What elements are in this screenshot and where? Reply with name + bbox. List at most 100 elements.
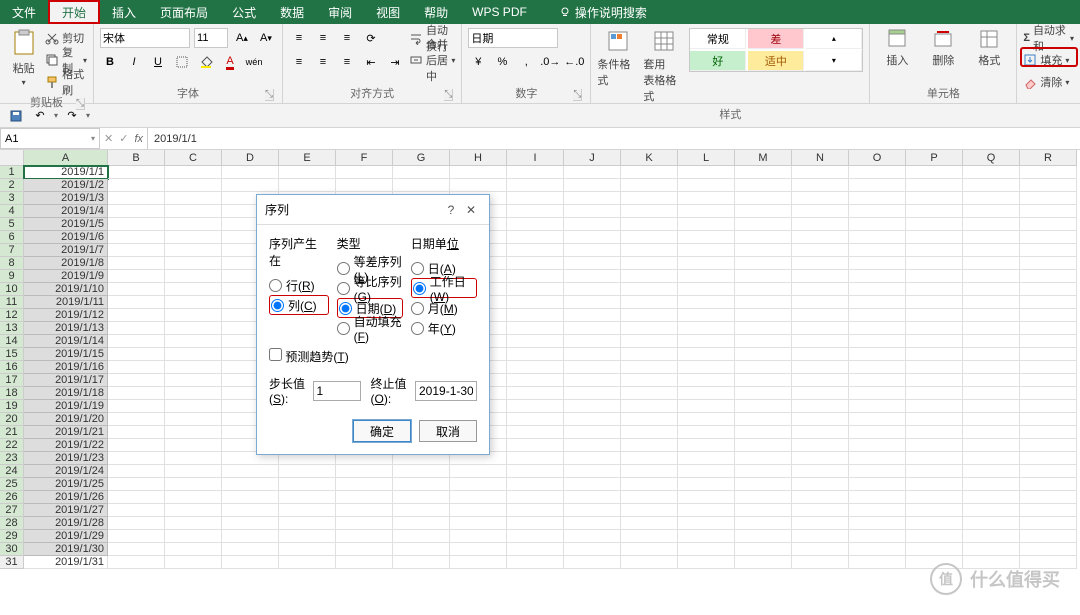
cell[interactable] <box>906 309 963 322</box>
cell[interactable] <box>222 465 279 478</box>
font-color-button[interactable]: A <box>220 52 240 72</box>
enter-formula-icon[interactable]: ✓ <box>119 132 128 145</box>
cell[interactable] <box>849 166 906 179</box>
cell[interactable] <box>336 517 393 530</box>
cell[interactable] <box>279 543 336 556</box>
cell[interactable] <box>165 400 222 413</box>
dialog-help-icon[interactable]: ? <box>441 203 461 217</box>
cell[interactable] <box>507 218 564 231</box>
cell[interactable] <box>621 400 678 413</box>
cell[interactable] <box>279 465 336 478</box>
cell[interactable] <box>450 530 507 543</box>
cell[interactable] <box>906 218 963 231</box>
cell[interactable] <box>621 504 678 517</box>
cell[interactable] <box>621 205 678 218</box>
col-header[interactable]: A <box>24 150 108 166</box>
cell[interactable] <box>165 439 222 452</box>
cell[interactable] <box>165 192 222 205</box>
cell[interactable] <box>849 452 906 465</box>
col-header[interactable]: G <box>393 150 450 166</box>
cell[interactable] <box>963 491 1020 504</box>
cell[interactable] <box>564 257 621 270</box>
cell[interactable] <box>735 244 792 257</box>
cell[interactable] <box>963 283 1020 296</box>
cell[interactable] <box>564 387 621 400</box>
cell[interactable] <box>963 309 1020 322</box>
row-header[interactable]: 11 <box>0 296 24 309</box>
cell[interactable] <box>621 257 678 270</box>
cell[interactable] <box>564 270 621 283</box>
cell[interactable]: 2019/1/20 <box>24 413 108 426</box>
cell[interactable] <box>564 179 621 192</box>
indent-inc-icon[interactable]: ⇥ <box>385 52 405 72</box>
stop-input[interactable] <box>415 381 477 401</box>
style-neutral[interactable]: 适中 <box>748 51 804 71</box>
step-input[interactable] <box>313 381 361 401</box>
row-header[interactable]: 13 <box>0 322 24 335</box>
row-header[interactable]: 9 <box>0 270 24 283</box>
cell[interactable]: 2019/1/1 <box>24 166 108 179</box>
cell[interactable] <box>678 517 735 530</box>
cell[interactable] <box>222 166 279 179</box>
row-header[interactable]: 15 <box>0 348 24 361</box>
format-cells-button[interactable]: 格式 <box>968 28 1010 68</box>
orientation-icon[interactable]: ⟳ <box>361 28 381 48</box>
cell[interactable] <box>1020 322 1077 335</box>
cell[interactable] <box>849 205 906 218</box>
tab-file[interactable]: 文件 <box>0 0 48 24</box>
row-header[interactable]: 24 <box>0 465 24 478</box>
cell[interactable] <box>906 491 963 504</box>
row-header[interactable]: 3 <box>0 192 24 205</box>
number-format-select[interactable] <box>468 28 558 48</box>
cell[interactable] <box>906 465 963 478</box>
cell[interactable] <box>1020 309 1077 322</box>
cell[interactable] <box>792 426 849 439</box>
radio-columns[interactable]: 列(C) <box>269 295 329 315</box>
cell[interactable] <box>507 231 564 244</box>
cell[interactable] <box>564 478 621 491</box>
cell[interactable] <box>906 361 963 374</box>
row-header[interactable]: 7 <box>0 244 24 257</box>
cell[interactable] <box>963 244 1020 257</box>
cell[interactable] <box>564 465 621 478</box>
cell[interactable] <box>108 361 165 374</box>
cell[interactable] <box>507 374 564 387</box>
col-header[interactable]: N <box>792 150 849 166</box>
radio-autofill[interactable]: 自动填充(F) <box>337 318 403 338</box>
style-scroll-down[interactable]: ▾ <box>806 51 862 71</box>
cell[interactable] <box>564 322 621 335</box>
cell[interactable] <box>621 192 678 205</box>
cell[interactable] <box>849 361 906 374</box>
cell[interactable] <box>1020 257 1077 270</box>
cell[interactable] <box>507 309 564 322</box>
cell[interactable] <box>165 491 222 504</box>
cell[interactable]: 2019/1/22 <box>24 439 108 452</box>
cell[interactable] <box>792 413 849 426</box>
cell[interactable] <box>621 491 678 504</box>
cell[interactable] <box>792 335 849 348</box>
fx-icon[interactable]: fx <box>134 133 143 145</box>
cell[interactable]: 2019/1/17 <box>24 374 108 387</box>
cell[interactable] <box>792 244 849 257</box>
cell[interactable] <box>735 231 792 244</box>
cell[interactable] <box>108 400 165 413</box>
cell[interactable] <box>507 426 564 439</box>
cell[interactable] <box>108 348 165 361</box>
cell[interactable] <box>906 478 963 491</box>
cell[interactable] <box>792 309 849 322</box>
cell[interactable] <box>792 374 849 387</box>
cell[interactable] <box>279 517 336 530</box>
cell[interactable] <box>906 244 963 257</box>
cell[interactable] <box>507 257 564 270</box>
tab-formula[interactable]: 公式 <box>220 0 268 24</box>
cell[interactable] <box>792 387 849 400</box>
cell[interactable] <box>393 465 450 478</box>
cell[interactable] <box>507 543 564 556</box>
cell[interactable] <box>507 491 564 504</box>
cell[interactable] <box>963 517 1020 530</box>
cell[interactable] <box>678 387 735 400</box>
row-header[interactable]: 8 <box>0 257 24 270</box>
cell[interactable] <box>108 478 165 491</box>
cell[interactable] <box>678 244 735 257</box>
inc-decimal-icon[interactable]: .0→ <box>540 52 560 72</box>
